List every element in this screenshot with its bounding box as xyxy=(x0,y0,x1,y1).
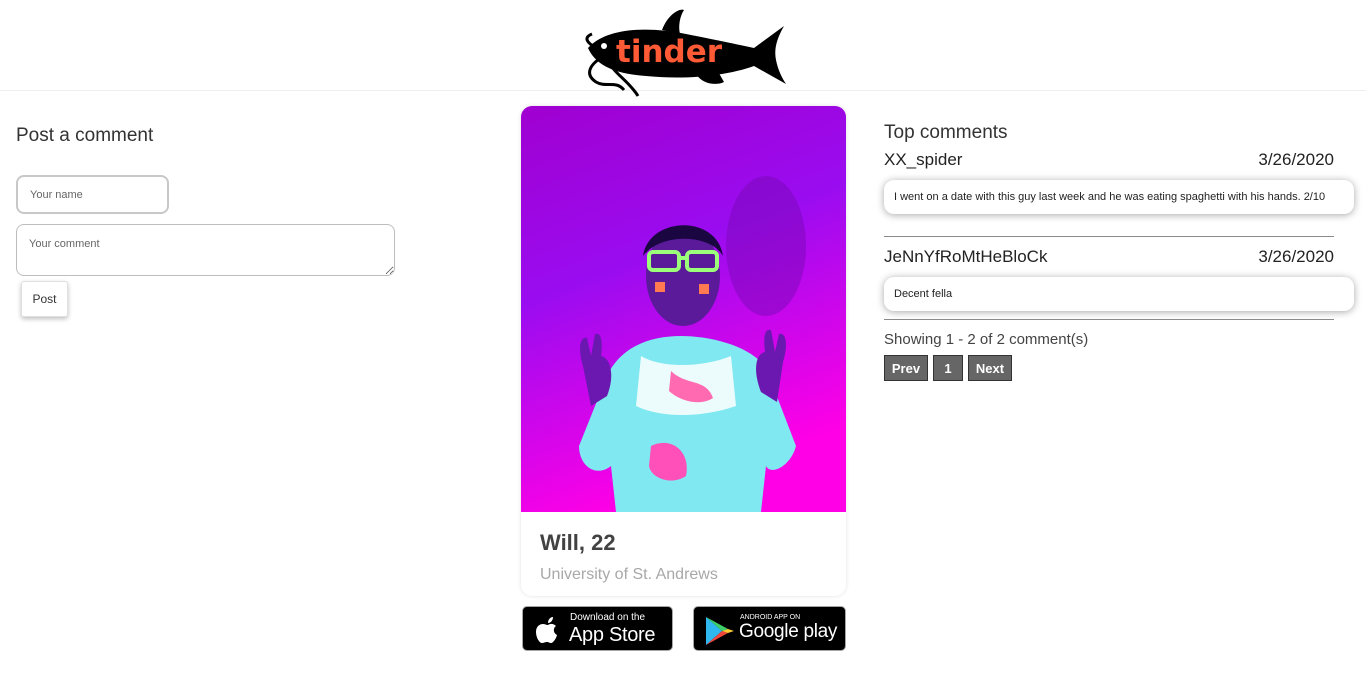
comment-input[interactable] xyxy=(16,224,395,276)
profile-name: Will, 22 xyxy=(540,530,616,555)
comment-date: 3/26/2020 xyxy=(1258,150,1334,169)
page-1-button[interactable]: 1 xyxy=(933,355,963,381)
app-store-badge[interactable]: Download on the App Store xyxy=(522,606,673,651)
google-play-icon xyxy=(706,617,734,645)
showing-count: Showing 1 - 2 of 2 comment(s) xyxy=(884,331,1089,348)
apple-icon xyxy=(536,617,557,643)
top-comments-title: Top comments xyxy=(884,122,1008,143)
profile-photo xyxy=(521,106,846,512)
name-input[interactable] xyxy=(16,175,169,214)
google-play-badge[interactable]: ANDROID APP ON Google play xyxy=(693,606,846,651)
comment-divider xyxy=(884,236,1334,237)
catfish-logo[interactable]: tinder xyxy=(576,4,790,102)
profile-card: Will, 22 University of St. Andrews xyxy=(521,106,846,596)
comment-divider xyxy=(884,319,1334,320)
comment-bubble: Decent fella xyxy=(884,277,1354,311)
post-comment-title: Post a comment xyxy=(16,125,154,146)
appstore-big-text: App Store xyxy=(569,624,656,646)
googleplay-big-text: Google play xyxy=(739,621,838,642)
appstore-small-text: Download on the xyxy=(570,612,646,623)
comment-bubble: I went on a date with this guy last week… xyxy=(884,180,1354,214)
next-button[interactable]: Next xyxy=(968,355,1012,381)
comment-user: JeNnYfRoMtHeBloCk xyxy=(884,247,1048,266)
post-button[interactable]: Post xyxy=(21,281,68,317)
comment-user: XX_spider xyxy=(884,150,963,169)
header: tinder xyxy=(0,0,1366,97)
logo-text: tinder xyxy=(616,34,723,70)
prev-button[interactable]: Prev xyxy=(884,355,928,381)
profile-school: University of St. Andrews xyxy=(540,566,718,583)
googleplay-small-text: ANDROID APP ON xyxy=(740,614,801,621)
comment-date: 3/26/2020 xyxy=(1258,247,1334,266)
